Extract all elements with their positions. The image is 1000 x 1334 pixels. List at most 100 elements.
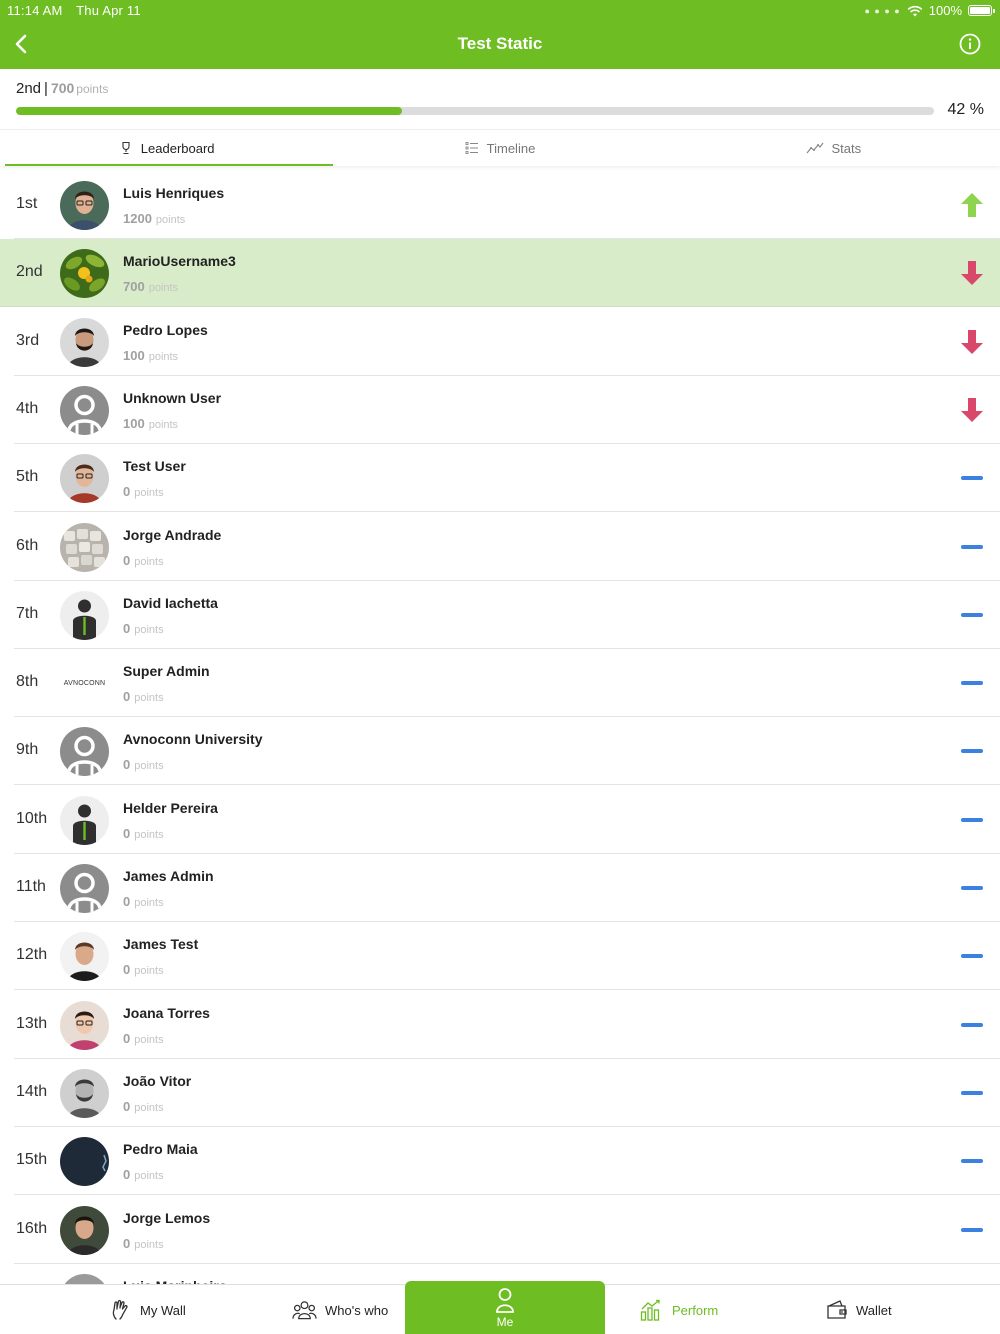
user-name: Super Admin <box>123 663 210 680</box>
avatar[interactable] <box>60 522 109 572</box>
avatar[interactable] <box>60 932 109 982</box>
points-label: points <box>134 1101 164 1114</box>
user-points: 0 points <box>123 962 164 977</box>
top-bar: 11:14 AM Thu Apr 11 ● ● ● ● 100% Test St… <box>0 0 1000 69</box>
user-name: Jorge Lemos <box>123 1209 211 1226</box>
avatar[interactable] <box>60 249 109 299</box>
points-value: 700 <box>123 279 145 295</box>
my-points: 700 <box>50 80 75 96</box>
nav-me[interactable]: Me <box>405 1281 605 1334</box>
avatar[interactable] <box>60 1137 109 1187</box>
user-points: 0 points <box>123 1099 164 1114</box>
nav-perform-label: Perform <box>672 1302 719 1318</box>
nav-my-wall[interactable]: My Wall <box>110 1285 186 1334</box>
leaderboard-row[interactable]: 8th AVNOCONN Super Admin 0 points <box>0 649 1000 718</box>
avatar[interactable] <box>60 454 109 504</box>
nav-perform[interactable]: Perform <box>640 1285 718 1334</box>
leaderboard-row[interactable]: 14th João Vitor 0 points <box>0 1059 1000 1127</box>
rank-position: 15th <box>16 1151 48 1169</box>
rank-position: 8th <box>16 673 39 691</box>
battery-icon <box>968 5 995 16</box>
rank-position: 11th <box>16 878 46 895</box>
my-rank-summary: 2nd | 700 points <box>16 80 108 97</box>
avatar[interactable] <box>60 864 109 913</box>
user-name: David Iachetta <box>123 594 218 611</box>
leaderboard-row[interactable]: 13th Joana Torres 0 points <box>0 991 1000 1059</box>
leaderboard-row[interactable]: 7th David Iachetta 0 points <box>0 581 1000 649</box>
leaderboard-row[interactable]: 2nd MarioUsername3 700 points <box>0 239 1000 308</box>
points-label: points <box>134 692 164 705</box>
leaderboard-row[interactable]: 3rd Pedro Lopes 100 points <box>0 308 1000 376</box>
status-bar-left: 11:14 AM Thu Apr 11 <box>7 3 151 18</box>
leaderboard-row[interactable]: 5th Test User 0 points <box>0 444 1000 513</box>
leaderboard-row[interactable]: 6th Jorge Andrade 0 points <box>0 513 1000 581</box>
battery-percent: 100% <box>928 3 962 18</box>
arrow-down-icon <box>959 260 985 286</box>
rank-position: 12th <box>16 946 48 964</box>
avatar[interactable] <box>60 385 109 435</box>
progress-bar-fill <box>16 107 402 115</box>
points-value: 0 <box>123 894 131 909</box>
no-change-icon <box>959 875 985 901</box>
leaderboard-row[interactable]: 4th Unknown User 100 points <box>0 376 1000 444</box>
user-name: Avnoconn University <box>123 731 263 748</box>
points-label: points <box>134 1170 164 1183</box>
nav-whos-who[interactable]: Who's who <box>292 1285 388 1334</box>
info-icon[interactable] <box>959 33 981 55</box>
avatar[interactable] <box>60 1205 109 1255</box>
points-label: points <box>134 1238 164 1251</box>
rank-position: 5th <box>16 468 39 486</box>
avatar[interactable] <box>60 590 109 640</box>
bar-chart-icon <box>640 1299 660 1321</box>
list-icon <box>465 142 478 154</box>
user-name: Helder Pereira <box>123 799 218 816</box>
tab-leaderboard[interactable]: Leaderboard <box>0 130 334 166</box>
avatar[interactable] <box>60 1273 109 1284</box>
user-points: 700 points <box>123 279 178 294</box>
user-points: 0 points <box>123 1031 164 1046</box>
my-rank: 2nd <box>16 80 42 97</box>
leaderboard-row[interactable]: 9th Avnoconn University 0 points <box>0 717 1000 786</box>
avatar[interactable] <box>60 317 109 367</box>
tab-timeline[interactable]: Timeline <box>333 130 666 166</box>
user-name: Unknown User <box>123 389 222 406</box>
leaderboard-row[interactable]: 12th James Test 0 points <box>0 922 1000 991</box>
status-date: Thu Apr 11 <box>76 3 141 18</box>
points-label: points <box>148 282 179 295</box>
points-value: 0 <box>123 552 131 568</box>
avatar[interactable]: AVNOCONN <box>60 659 109 709</box>
leaderboard-row[interactable]: 15th Pedro Maia 0 points <box>0 1127 1000 1196</box>
leaderboard-row[interactable]: 16th Jorge Lemos 0 points <box>0 1196 1000 1264</box>
user-name: Luis Henriques <box>123 185 225 201</box>
no-change-icon <box>959 602 985 628</box>
tab-timeline-label: Timeline <box>486 140 536 156</box>
leaderboard-list[interactable]: 1st Luis Henriques 1200 points 2nd MarioUsern… <box>0 171 1000 1284</box>
tab-stats[interactable]: Stats <box>667 130 1000 166</box>
trophy-icon <box>122 141 130 155</box>
nav-wallet[interactable]: Wallet <box>826 1285 892 1334</box>
avatar[interactable] <box>60 1068 109 1118</box>
rank-position: 6th <box>16 536 39 554</box>
avatar[interactable] <box>60 1000 109 1050</box>
wifi-icon <box>907 5 923 16</box>
rank-position: 2nd <box>16 263 43 281</box>
avatar[interactable] <box>60 727 109 777</box>
leaderboard-row[interactable]: 1st Luis Henriques 1200 points <box>0 171 1000 239</box>
rank-position: 10th <box>16 809 48 827</box>
nav-wallet-label: Wallet <box>856 1302 892 1318</box>
avatar[interactable] <box>60 795 109 845</box>
points-label: points <box>134 487 164 500</box>
user-name: MarioUsername3 <box>123 253 236 270</box>
user-points: 100 points <box>123 416 178 431</box>
points-label: points <box>134 555 164 568</box>
points-value: 0 <box>123 1167 131 1183</box>
avatar[interactable] <box>60 181 109 230</box>
leaderboard-row[interactable]: 11th James Admin 0 points <box>0 854 1000 922</box>
points-value: 1200 <box>123 211 152 226</box>
segment-tabs: Leaderboard Timeline Stats <box>0 129 1000 166</box>
avnoconn-logo-text: AVNOCONN <box>60 659 109 709</box>
status-bar-right: ● ● ● ● 100% <box>865 3 995 18</box>
leaderboard-row[interactable]: 10th Helder Pereira 0 points <box>0 786 1000 854</box>
points-value: 0 <box>123 484 131 500</box>
rank-separator: | <box>44 80 48 97</box>
